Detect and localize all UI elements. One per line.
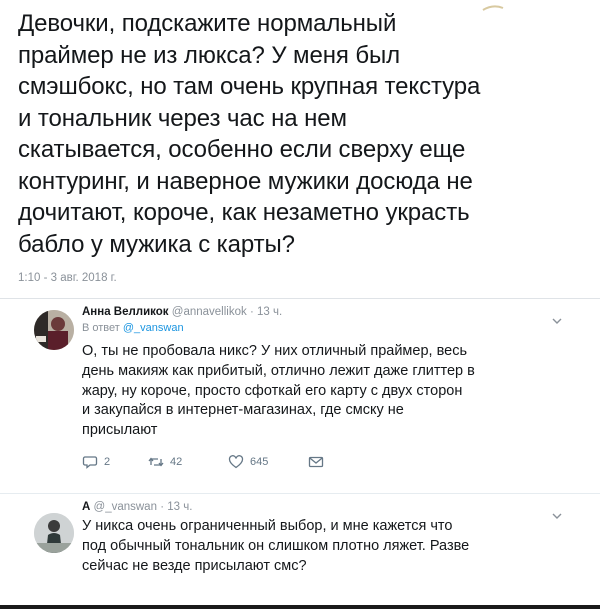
retweet-button[interactable]: 42 [148,454,228,470]
main-tweet-text: Девочки, подскажите нормальный праймер н… [18,10,481,258]
tweet-time: · 13 ч. [249,306,283,318]
avatar[interactable] [34,513,74,553]
reply-to-line: В ответ @_vanswan [82,320,564,336]
main-tweet: Девочки, подскажите нормальный праймер н… [18,8,588,284]
retweet-icon [148,457,164,467]
chevron-down-icon[interactable] [550,509,564,523]
heart-icon [228,455,244,469]
speech-bubble-icon [82,456,98,469]
author-handle[interactable]: @_vanswan [94,501,157,513]
avatar-photo-icon [34,310,74,350]
author-handle[interactable]: @annavellikok [172,306,247,318]
action-bar: 2 42 645 [82,453,564,471]
envelope-icon [308,456,324,468]
bottom-edge [0,605,600,609]
reply-header: A @_vanswan · 13 ч. [82,499,564,515]
reply-button[interactable]: 2 [82,454,148,470]
retweet-count: 42 [170,455,183,468]
divider [0,493,600,494]
reply-to-prefix: В ответ [82,322,120,334]
reply-text: О, ты не пробовала никс? У них отличный … [82,343,475,439]
reply-to-handle[interactable]: @_vanswan [123,322,184,334]
reply-body: A @_vanswan · 13 ч. У никса очень ограни… [82,499,564,576]
avatar[interactable] [34,310,74,350]
tweet-time: · 13 ч. [160,501,193,513]
reply-count: 2 [104,455,111,468]
author-name[interactable]: A [82,501,90,513]
chevron-down-icon[interactable] [550,314,564,328]
main-tweet-timestamp[interactable]: 1:10 - 3 авг. 2018 г. [18,272,588,284]
divider [0,298,600,299]
reply-header: Анна Велликок @annavellikok · 13 ч. [82,304,564,320]
avatar-photo-icon [34,513,74,553]
reply-body: Анна Велликок @annavellikok · 13 ч. В от… [82,304,564,471]
reply-text: У никса очень ограниченный выбор, и мне … [82,518,470,574]
author-name[interactable]: Анна Велликок [82,306,169,318]
dm-button[interactable] [308,454,324,470]
like-button[interactable]: 645 [228,454,308,470]
like-count: 645 [250,455,269,468]
